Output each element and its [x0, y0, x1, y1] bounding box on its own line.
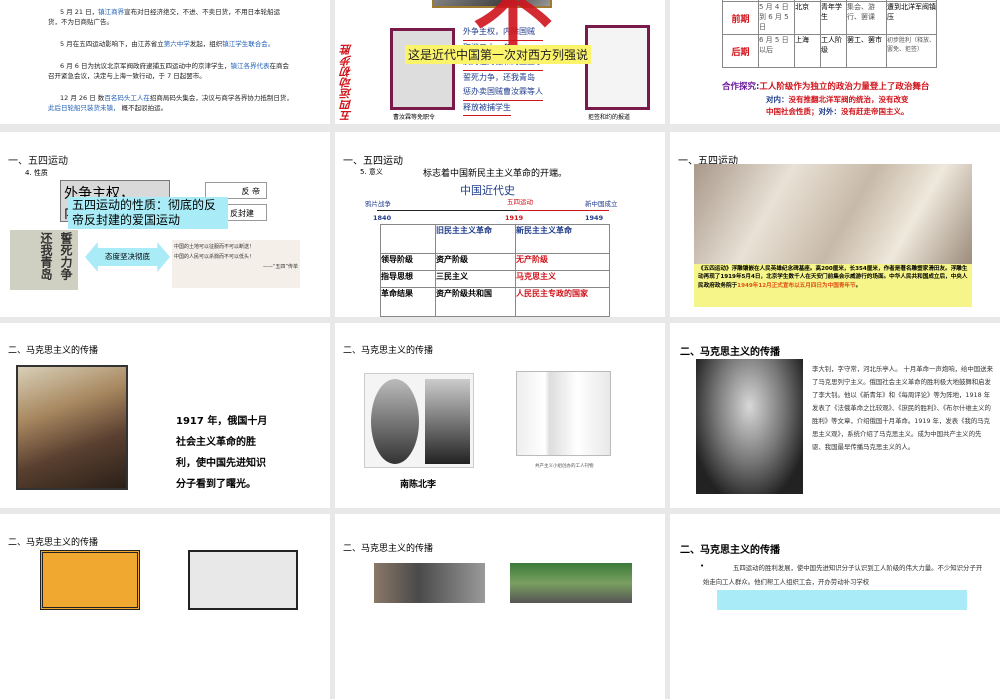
highlight-callout	[717, 590, 967, 610]
timeline-line	[377, 210, 517, 211]
slide-thumbnail-10[interactable]: 二、马克思主义的传播	[0, 514, 330, 699]
slide-thumbnail-12[interactable]: 二、马克思主义的传播 • 五四运动的胜利发展，使中国先进知识分子认识到工人阶级的…	[670, 514, 1000, 699]
relief-sculpture-image	[694, 164, 972, 264]
year-1949: 1949	[585, 214, 604, 222]
event-may-fourth: 五四运动	[507, 198, 533, 206]
event-prc-founding: 新中国成立	[585, 200, 618, 208]
phase-table: 心 前期5 月 4 日到 6 月 5 日北京青年学生集会、游行、罢课遭到北洋军阀…	[722, 0, 937, 68]
calligraphy-image: 誓死力争 还我青岛	[10, 230, 78, 290]
slide-title: 二、马克思主义的传播	[8, 538, 99, 548]
slide-thumbnail-2[interactable]: 五四运动初步胜 外争主权，内除国贼 取消二十一条 反对在对德和约上签字 誓死力争…	[335, 0, 665, 124]
subheading: 4. 性质	[25, 169, 48, 177]
slide-thumbnail-3[interactable]: 心 前期5 月 4 日到 6 月 5 日北京青年学生集会、游行、罢课遭到北洋军阀…	[670, 0, 1000, 124]
building-photo-2	[510, 563, 632, 603]
slide1-text: 5 月 21 日，镇江商界宣布对日经济绝交，不进、不卖日货，不用日本轮船运货，不…	[48, 8, 293, 112]
slide-title: 二、马克思主义的传播	[680, 545, 780, 556]
slide-thumbnail-5[interactable]: 一、五四运动 5. 意义 标志着中国新民主主义革命的开端。 中国近代史 鸦片战争…	[335, 132, 665, 317]
chen-duxiu-portrait	[371, 379, 419, 464]
manifesto-cover-image	[40, 550, 140, 610]
publications-image	[516, 371, 611, 456]
document-page-image	[188, 550, 298, 610]
slide-thumbnail-7[interactable]: 二、马克思主义的传播 1917 年，俄国十月社会主义革命的胜利，使中国先进知识分…	[0, 323, 330, 508]
comparison-table: 旧民主主义革命 新民主主义革命 领导阶级 资产阶级 无产阶级 指导思想 三民主义 马克思主…	[380, 224, 610, 317]
slide-thumbnail-1[interactable]: 5 月 21 日，镇江商界宣布对日经济绝交，不进、不卖日货，不用日本轮船运货，不…	[0, 0, 330, 124]
subheading: 5. 意义	[360, 168, 383, 176]
meaning-text: 标志着中国新民主主义革命的开端。	[423, 169, 568, 179]
li-dazhao-portrait	[425, 379, 470, 464]
leaflet-quote: 中国的土地可以征服而不可以断送！ 中国的人民可以杀戮而不可以低头！ ——“五四”传单	[172, 240, 300, 288]
year-1919: 1919	[505, 214, 524, 222]
event-opium-war: 鸦片战争	[365, 200, 391, 208]
revolution-text: 1917 年，俄国十月社会主义革命的胜利，使中国先进知识分子看到了曙光。	[176, 416, 268, 490]
slide-title: 二、马克思主义的传播	[343, 346, 434, 356]
evaluation-note: 对内：没有推翻北洋军阀的统治，没有改变 中国社会性质；对外：没有赶走帝国主义。	[766, 95, 909, 116]
slide-thumbnail-11[interactable]: 二、马克思主义的传播	[335, 514, 665, 699]
october-revolution-painting	[16, 365, 128, 490]
cooperative-inquiry: 合作探究:工人阶级作为独立的政治力量登上了政治舞台	[722, 82, 930, 92]
year-1840: 1840	[373, 214, 392, 222]
caption-left: 曹汝霖等免职令	[393, 114, 436, 121]
slide-thumbnail-9[interactable]: 二、马克思主义的传播 李大钊，字守常，河北乐亭人。 十月革命一声炮响，给中国送来…	[670, 323, 1000, 508]
portraits-caption: 南陈北李	[400, 480, 437, 490]
timeline-line-red	[517, 210, 609, 211]
banner-callout: 这是近代中国第一次对西方列强说	[405, 45, 592, 64]
bullet-text: 五四运动的胜利发展，使中国先进知识分子认识到工人阶级的伟大力量。不少知识分子开始…	[703, 564, 983, 586]
slide-thumbnail-4[interactable]: 一、五四运动 4. 性质 外争主权，内 反 帝 反封建 五四运动的性质：彻底的反…	[0, 132, 330, 317]
li-dazhao-photo	[696, 359, 803, 494]
slide-title: 二、马克思主义的传播	[8, 346, 99, 356]
attitude-arrow: 态度坚决彻底	[85, 242, 170, 272]
relief-caption: 《五四运动》浮雕镶嵌在人民英雄纪念碑基座。高200厘米，长354厘米，作者是著名…	[694, 264, 972, 307]
anti-feudalism-tag: 反封建	[225, 204, 267, 221]
newspaper-image	[585, 25, 650, 110]
nature-popup: 五四运动的性质：彻底的反帝反封建的爱国运动	[68, 197, 228, 229]
dismissal-order-image	[390, 28, 455, 110]
caption-right: 拒签和约的报道	[588, 114, 631, 121]
slide-thumbnail-6[interactable]: 一、五四运动 《五四运动》浮雕镶嵌在人民英雄纪念碑基座。高200厘米，长354厘…	[670, 132, 1000, 317]
slide-thumbnail-8[interactable]: 二、马克思主义的传播 南陈北李 共产主义小组创办的工人刊物	[335, 323, 665, 508]
slide-title: 二、马克思主义的传播	[343, 544, 434, 554]
slide-title: 二、马克思主义的传播	[680, 347, 780, 358]
slide-title: 一、五四运动	[8, 156, 68, 167]
biography-text: 李大钊，字守常，河北乐亭人。 十月革命一声炮响，给中国送来了马克思列宁主义。俄国…	[812, 365, 993, 451]
publications-caption: 共产主义小组创办的工人刊物	[535, 464, 594, 469]
building-photo-1	[374, 563, 485, 603]
slide-title: 一、五四运动	[343, 156, 403, 167]
portraits-frame	[364, 373, 474, 468]
vertical-title: 五四运动初步胜	[340, 44, 353, 121]
